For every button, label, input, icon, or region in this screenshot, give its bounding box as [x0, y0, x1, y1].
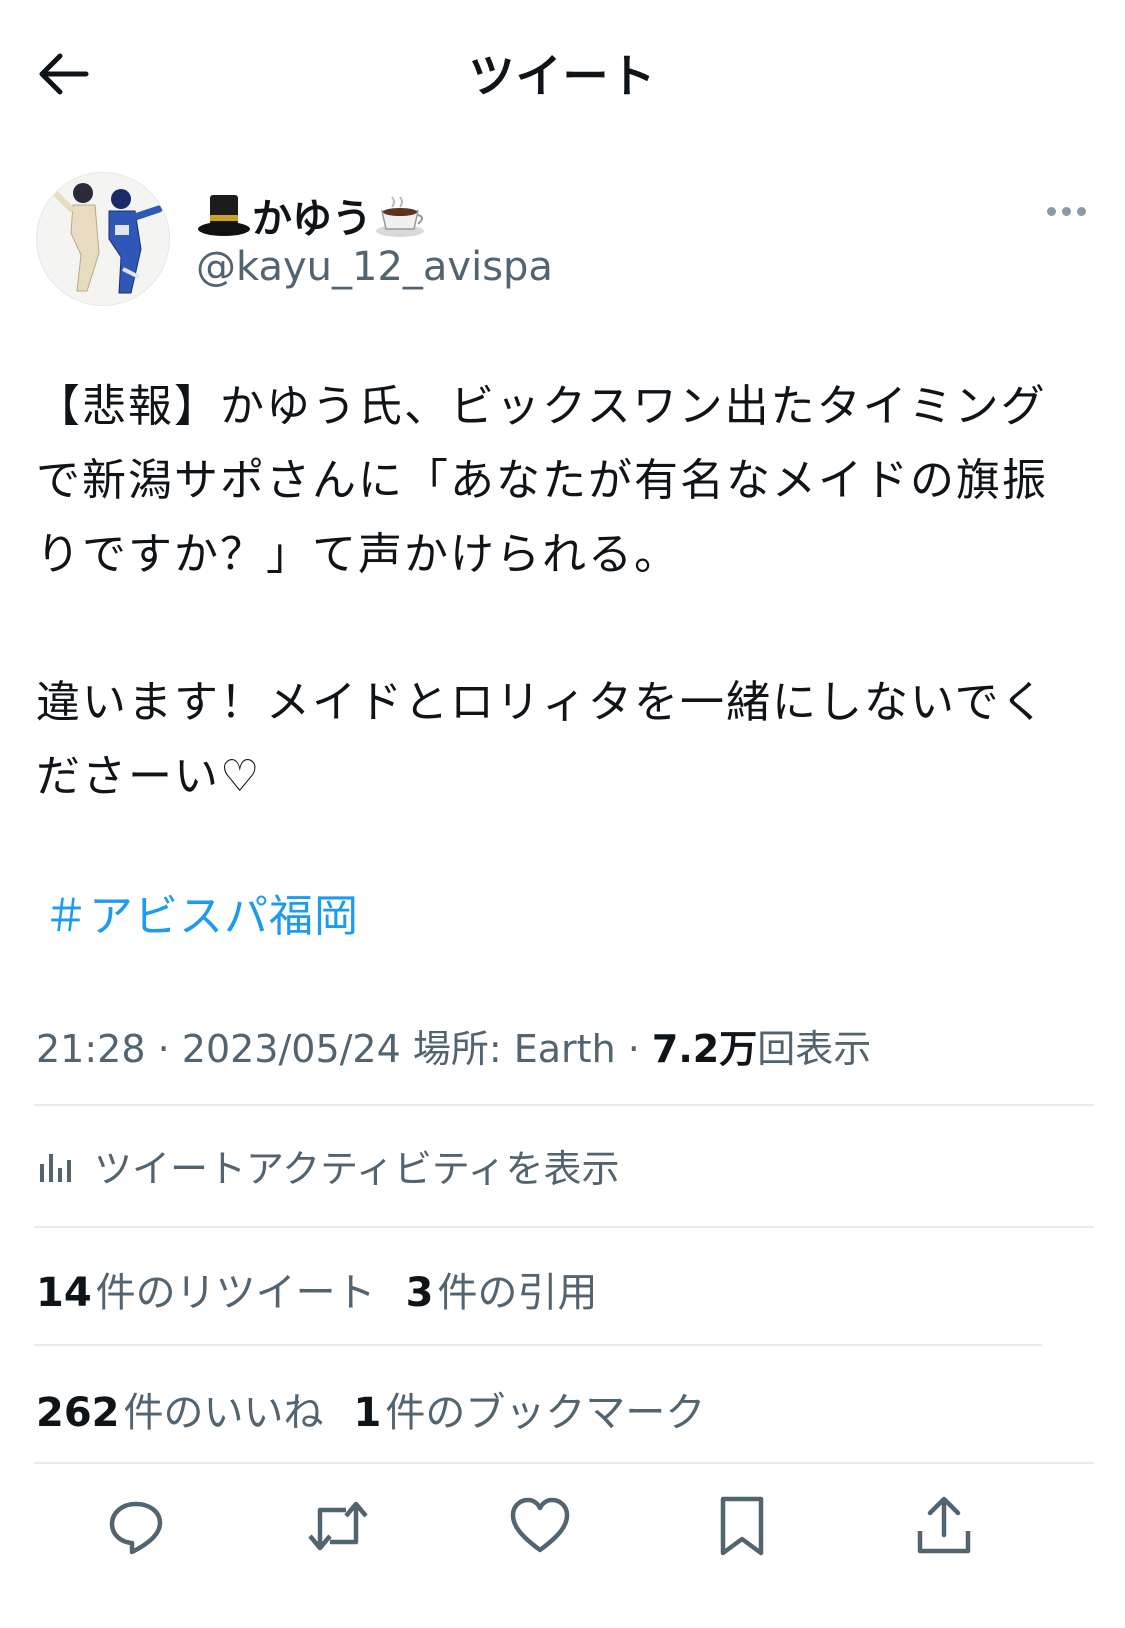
tweet-text-line: ださーい♡ [36, 751, 262, 802]
tweet-text-line: 違います！メイドとロリィタを一緒にしないでく [36, 677, 1047, 728]
divider [34, 1226, 1094, 1228]
bar-chart-icon [40, 1153, 71, 1182]
likes-label: 件のいいね [123, 1390, 324, 1436]
retweet-button[interactable] [298, 1486, 378, 1566]
tweet-date[interactable]: 2023/05/24 [182, 1027, 401, 1071]
bookmark-icon [720, 1496, 764, 1556]
retweets-count: 14 [36, 1270, 92, 1316]
reply-button[interactable] [96, 1486, 176, 1566]
tweet-text-line: 【悲報】かゆう氏、ビックスワン出たタイミング [36, 381, 1047, 432]
more-dot-icon [1076, 206, 1086, 216]
tweet-activity-label: ツイートアクティビティを表示 [94, 1147, 620, 1191]
coffee-cup-icon [376, 196, 424, 237]
like-button[interactable] [500, 1486, 580, 1566]
divider [34, 1344, 1042, 1346]
quotes-link[interactable]: 3 件の引用 [406, 1260, 598, 1318]
bookmarks-link[interactable]: 1 件のブックマーク [354, 1380, 706, 1438]
meta-separator: · [615, 1027, 652, 1071]
quotes-label: 件の引用 [437, 1270, 598, 1316]
divider [34, 1462, 1094, 1464]
more-dot-icon [1046, 206, 1056, 216]
display-name[interactable]: かゆう [196, 186, 428, 244]
views-count: 7.2万 [651, 1027, 758, 1071]
page-title: ツイート [468, 49, 657, 103]
tweet-body: 【悲報】かゆう氏、ビックスワン出たタイミング で新潟サポさんに「あなたが有名なメ… [36, 370, 1096, 814]
reply-icon [109, 1501, 163, 1555]
bookmark-button[interactable] [702, 1486, 782, 1566]
avatar[interactable] [36, 172, 170, 306]
hashtag-link[interactable]: ＃アビスパ福岡 [44, 880, 359, 944]
stats-row-likes: 262 件のいいね 1 件のブックマーク [36, 1380, 705, 1438]
tweet-text-line: で新潟サポさんに「あなたが有名なメイドの旗振 [36, 455, 1048, 506]
bookmarks-label: 件のブックマーク [385, 1390, 706, 1436]
avatar-figure-image [37, 173, 169, 305]
tweet-location: 場所: Earth [400, 1027, 616, 1071]
header: ツイート [0, 0, 1125, 140]
quotes-count: 3 [405, 1270, 434, 1316]
bookmarks-count: 1 [353, 1390, 382, 1436]
divider [34, 1104, 1094, 1106]
heart-icon [510, 1497, 570, 1553]
tweet-text-line: りですか？」て声かけられる。 [36, 529, 680, 580]
tweet-meta: 21:28 · 2023/05/24 場所: Earth · 7.2万回表示 [36, 1018, 871, 1073]
share-button[interactable] [904, 1486, 984, 1566]
tweet-activity-link[interactable]: ツイートアクティビティを表示 [36, 1138, 620, 1193]
share-icon [917, 1496, 971, 1554]
meta-separator: · [145, 1027, 182, 1071]
views-label: 回表示 [757, 1027, 872, 1071]
top-hat-icon [198, 195, 250, 236]
display-name-text: かゆう [252, 196, 372, 242]
tweet-action-bar [0, 1486, 1125, 1576]
tweet-time[interactable]: 21:28 [36, 1027, 146, 1071]
likes-link[interactable]: 262 件のいいね [36, 1380, 324, 1438]
more-dot-icon [1061, 206, 1071, 216]
user-handle[interactable]: @kayu_12_avispa [196, 244, 553, 290]
tweet-author: かゆう @kayu_12_avispa [36, 172, 1096, 312]
retweets-link[interactable]: 14 件のリツイート [36, 1260, 376, 1318]
tweet-detail-page: ツイート かゆう @kayu_12_avispa 【悲報】かゆう氏、ビックスワン… [0, 0, 1125, 1628]
stats-row-retweets: 14 件のリツイート 3 件の引用 [36, 1260, 598, 1318]
retweets-label: 件のリツイート [95, 1270, 376, 1316]
retweet-icon [308, 1501, 368, 1551]
more-options-button[interactable] [1036, 196, 1096, 226]
likes-count: 262 [36, 1390, 120, 1436]
